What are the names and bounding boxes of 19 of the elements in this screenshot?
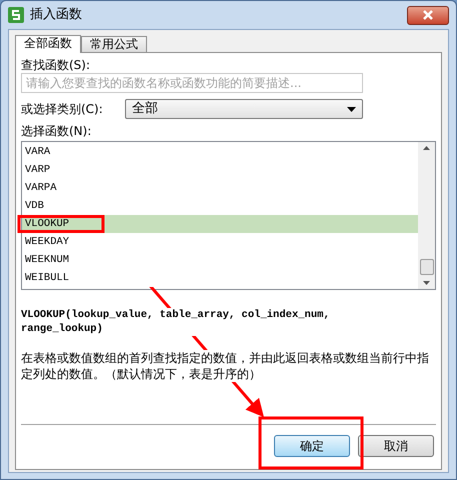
search-field[interactable]: 请输入您要查找的函数名称或函数功能的简要描述... bbox=[21, 73, 363, 93]
ok-button[interactable]: 确定 bbox=[274, 435, 350, 457]
scroll-up-icon[interactable] bbox=[423, 146, 430, 150]
close-icon bbox=[422, 10, 434, 20]
tab[interactable]: 常用公式 bbox=[81, 36, 147, 52]
app-logo-icon bbox=[8, 7, 24, 23]
field-label: 查找函数(S): bbox=[21, 57, 92, 73]
function-item[interactable]: VLOOKUP bbox=[22, 215, 418, 233]
dropdown-caret-icon bbox=[347, 106, 356, 112]
scroll-down-icon[interactable] bbox=[423, 281, 430, 285]
scroll-thumb[interactable] bbox=[420, 259, 434, 275]
field-label: 或选择类别(C): bbox=[21, 101, 104, 117]
tab[interactable]: 全部函数 bbox=[15, 35, 81, 53]
scrollbar[interactable] bbox=[418, 142, 435, 289]
field-label: 选择函数(N): bbox=[21, 123, 92, 139]
close-button[interactable] bbox=[407, 6, 449, 24]
category-dropdown[interactable]: 全部 bbox=[125, 99, 363, 119]
cancel-button[interactable]: 取消 bbox=[358, 435, 434, 457]
window-title: 插入函数 bbox=[30, 6, 82, 24]
